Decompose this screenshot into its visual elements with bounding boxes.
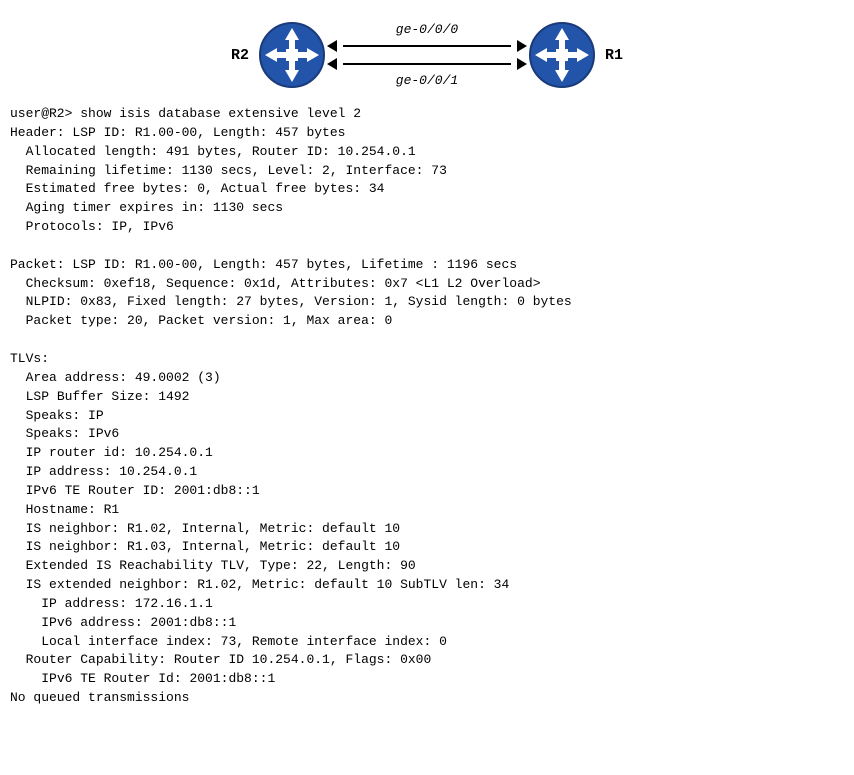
link-bottom-label: ge-0/0/1 xyxy=(396,73,458,88)
terminal-output: user@R2> show isis database extensive le… xyxy=(10,105,844,708)
router-row: R2 ge-0/0/0 xyxy=(223,20,631,90)
arrow-right-bottom xyxy=(511,58,527,70)
router-r2-icon xyxy=(257,20,327,90)
router-r2-group: R2 xyxy=(223,20,327,90)
links: ge-0/0/0 ge-0/0/1 xyxy=(327,22,527,88)
arrow-left-top xyxy=(327,40,343,52)
network-diagram: R2 ge-0/0/0 xyxy=(0,0,854,100)
arrow-left-bottom xyxy=(327,58,343,70)
link-container: ge-0/0/0 ge-0/0/1 xyxy=(327,22,527,88)
arrow-top xyxy=(327,40,527,52)
arrow-right-top xyxy=(511,40,527,52)
terminal-section: user@R2> show isis database extensive le… xyxy=(0,100,854,718)
link-top-label: ge-0/0/0 xyxy=(396,22,458,37)
arrow-bottom xyxy=(327,58,527,70)
router-r1-label: R1 xyxy=(605,47,623,64)
router-r1-group: R1 xyxy=(527,20,631,90)
router-r1-icon xyxy=(527,20,597,90)
router-r2-label: R2 xyxy=(231,47,249,64)
